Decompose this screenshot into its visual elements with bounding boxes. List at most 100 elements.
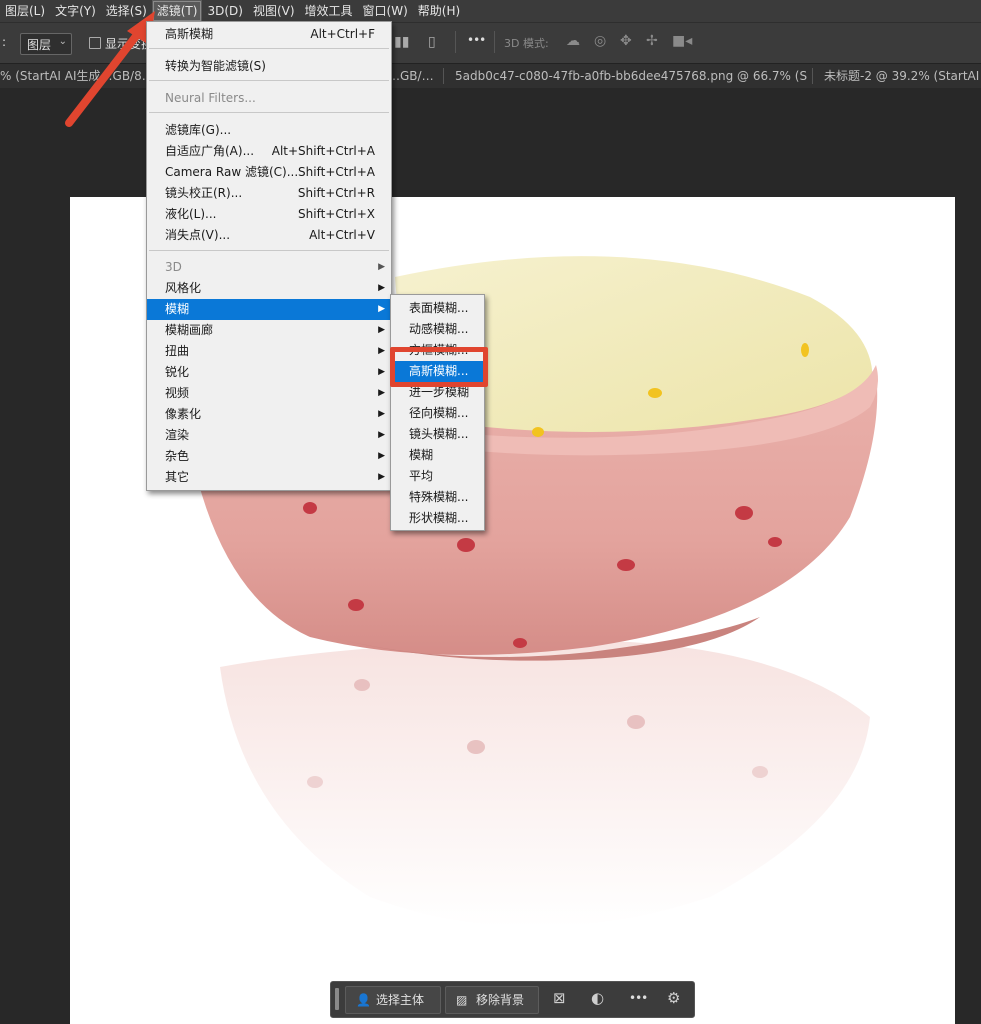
menu-item-label: 液化(L)... [165,207,217,221]
menu-3d[interactable]: 3D(D) [202,0,247,22]
radial-blur-item[interactable]: 径向模糊... [391,403,484,424]
menu-item-shortcut: Shift+Ctrl+X [298,207,375,221]
scale-3d-icon[interactable]: ■◂ [672,33,692,49]
neural-filters-item[interactable]: Neural Filters... [147,88,391,109]
lens-correction-item[interactable]: 镜头校正(R)... Shift+Ctrl+R [147,183,391,204]
menu-separator [149,80,389,81]
blur-submenu: 表面模糊... 动感模糊... 方框模糊... 高斯模糊... 进一步模糊 径向… [390,294,485,531]
menu-separator [149,250,389,251]
submenu-distort[interactable]: 扭曲 ▶ [147,341,391,362]
remove-background-button[interactable]: ▨ 移除背景 [445,986,539,1014]
surface-blur-item[interactable]: 表面模糊... [391,298,484,319]
filter-gallery-item[interactable]: 滤镜库(G)... [147,120,391,141]
menu-item-label: 模糊 [165,302,190,316]
align-icon[interactable]: ▮▮ [394,34,409,50]
orbit-3d-icon[interactable]: ☁ [566,33,580,49]
camera-raw-item[interactable]: Camera Raw 滤镜(C)... Shift+Ctrl+A [147,162,391,183]
submenu-other[interactable]: 其它 ▶ [147,467,391,488]
liquify-item[interactable]: 液化(L)... Shift+Ctrl+X [147,204,391,225]
submenu-blur-gallery[interactable]: 模糊画廊 ▶ [147,320,391,341]
menu-item-label: 模糊画廊 [165,323,214,337]
menu-help[interactable]: 帮助(H) [413,0,465,22]
pan-3d-icon[interactable]: ✥ [620,33,632,49]
menu-item-label: 滤镜库(G)... [165,123,232,137]
drag-handle[interactable] [335,988,339,1010]
submenu-arrow-icon: ▶ [378,304,385,314]
menu-plugins[interactable]: 增效工具 [300,0,358,22]
menu-item-label: 模糊 [409,448,434,462]
menu-item-label: 扭曲 [165,344,190,358]
options-colon: : [2,35,7,49]
menu-item-label: 像素化 [165,407,202,421]
menu-item-shortcut: Alt+Shift+Ctrl+A [271,144,375,158]
options-divider-2 [494,31,495,53]
lens-blur-item[interactable]: 镜头模糊... [391,424,484,445]
submenu-arrow-icon: ▶ [378,430,385,440]
tab-divider [443,68,444,84]
last-filter-item[interactable]: 高斯模糊 Alt+Ctrl+F [147,24,391,45]
menu-item-label: 其它 [165,470,190,484]
menu-separator [149,112,389,113]
motion-blur-item[interactable]: 动感模糊... [391,319,484,340]
document-tab-4[interactable]: 未标题-2 @ 39.2% (StartAI AI生… [824,64,981,88]
menu-window[interactable]: 窗口(W) [358,0,413,22]
menu-view[interactable]: 视图(V) [248,0,300,22]
menu-item-label: 风格化 [165,281,202,295]
submenu-video[interactable]: 视频 ▶ [147,383,391,404]
slide-3d-icon[interactable]: ✢ [646,33,658,49]
mode-3d-label: 3D 模式: [504,37,549,50]
button-label: 选择主体 [376,993,425,1007]
menu-item-label: 3D [165,260,182,274]
distribute-icon[interactable]: ▯ [428,34,436,50]
submenu-arrow-icon: ▶ [378,283,385,293]
submenu-noise[interactable]: 杂色 ▶ [147,446,391,467]
document-tab-2[interactable]: …GB/…× [388,64,438,88]
menu-item-label: 平均 [409,469,434,483]
blur-item[interactable]: 模糊 [391,445,484,466]
tab-title: …GB/… [388,69,434,83]
menu-item-shortcut: Alt+Ctrl+V [309,228,375,242]
menu-item-label: 高斯模糊 [165,27,214,41]
menu-item-label: 表面模糊... [409,301,469,315]
annotation-highlight-box [390,347,488,387]
menu-layer[interactable]: 图层(L) [0,0,50,22]
roll-3d-icon[interactable]: ◎ [594,33,606,49]
adjustment-icon[interactable]: ◐ [591,989,604,1007]
more-options-icon[interactable]: ••• [467,33,486,47]
menu-item-label: 转换为智能滤镜(S) [165,59,266,73]
menu-item-label: Neural Filters... [165,91,256,105]
person-icon: 👤 [356,993,371,1007]
submenu-render[interactable]: 渲染 ▶ [147,425,391,446]
tab-title: 未标题-2 @ 39.2% (StartAI AI生… [824,69,981,83]
submenu-stylize[interactable]: 风格化 ▶ [147,278,391,299]
convert-smart-filter-item[interactable]: 转换为智能滤镜(S) [147,56,391,77]
select-subject-button[interactable]: 👤 选择主体 [345,986,441,1014]
average-item[interactable]: 平均 [391,466,484,487]
tab-divider [812,68,813,84]
smart-blur-item[interactable]: 特殊模糊... [391,487,484,508]
submenu-blur[interactable]: 模糊 ▶ [147,299,391,320]
shape-blur-item[interactable]: 形状模糊... [391,508,484,529]
menu-item-label: 锐化 [165,365,190,379]
menu-item-label: 动感模糊... [409,322,469,336]
submenu-pixelate[interactable]: 像素化 ▶ [147,404,391,425]
submenu-sharpen[interactable]: 锐化 ▶ [147,362,391,383]
more-icon[interactable]: ••• [629,991,648,1005]
submenu-arrow-icon: ▶ [378,367,385,377]
submenu-arrow-icon: ▶ [378,409,385,419]
menu-separator [149,48,389,49]
submenu-arrow-icon: ▶ [378,451,385,461]
transform-icon[interactable]: ⊠ [553,989,566,1007]
submenu-3d[interactable]: 3D ▶ [147,257,391,278]
document-tab-3[interactable]: 5adb0c47-c080-47fb-a0fb-bb6dee475768.png… [455,64,807,88]
button-label: 移除背景 [476,993,525,1007]
submenu-arrow-icon: ▶ [378,472,385,482]
menu-item-label: 镜头模糊... [409,427,469,441]
settings-sliders-icon[interactable]: ⚙ [667,989,680,1007]
contextual-task-bar: 👤 选择主体 ▨ 移除背景 ⊠ ◐ ••• ⚙ [330,981,695,1018]
menu-item-label: 自适应广角(A)... [165,144,255,158]
submenu-arrow-icon: ▶ [378,325,385,335]
adaptive-wide-angle-item[interactable]: 自适应广角(A)... Alt+Shift+Ctrl+A [147,141,391,162]
vanishing-point-item[interactable]: 消失点(V)... Alt+Ctrl+V [147,225,391,246]
menu-item-label: 形状模糊... [409,511,469,525]
